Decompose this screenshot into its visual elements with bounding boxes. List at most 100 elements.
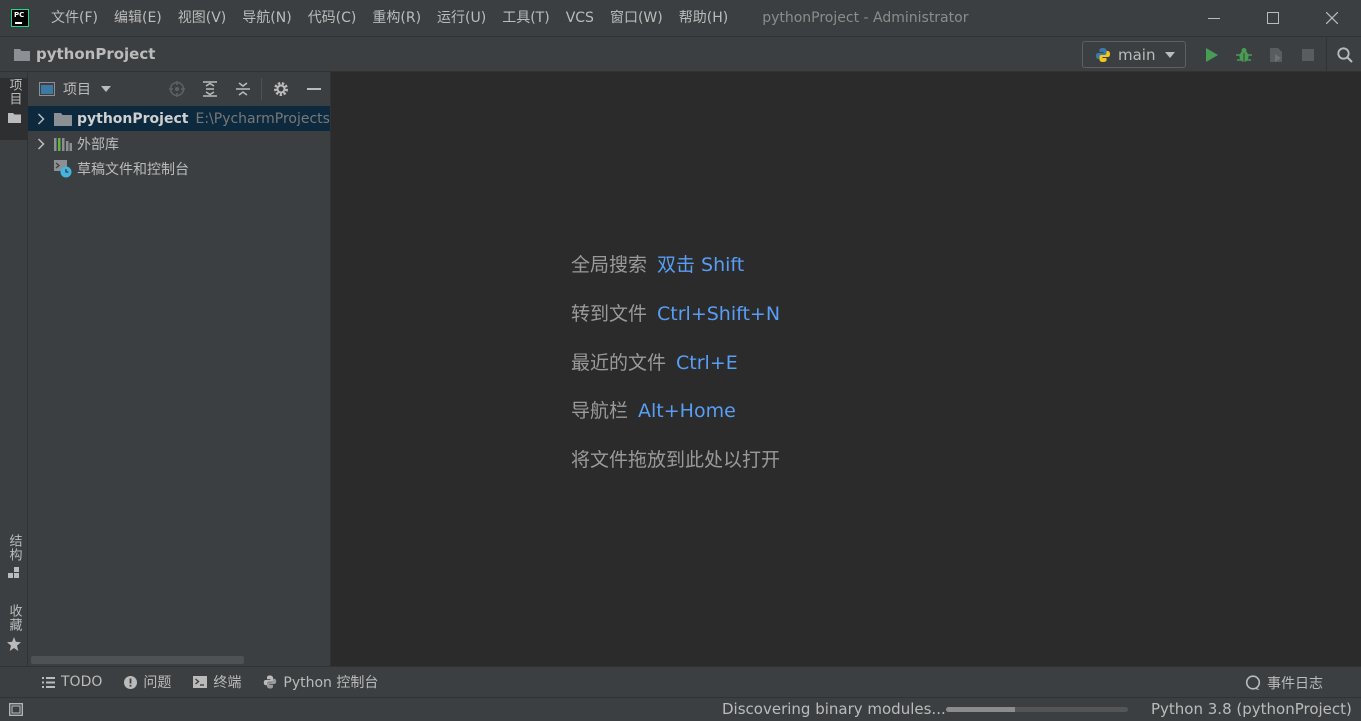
tree-item-external-libraries[interactable]: 外部库 bbox=[28, 131, 330, 156]
breadcrumb-project[interactable]: pythonProject bbox=[36, 45, 155, 63]
hint-shortcut: Ctrl+E bbox=[676, 352, 738, 374]
tool-tab-problems[interactable]: 问题 bbox=[124, 672, 171, 692]
stop-button[interactable] bbox=[1292, 37, 1324, 73]
window-controls bbox=[1184, 0, 1361, 36]
tool-tab-python-console[interactable]: Python 控制台 bbox=[263, 672, 378, 692]
hint-label: 导航栏 bbox=[571, 400, 629, 422]
chevron-down-icon bbox=[101, 86, 111, 92]
hint-label: 转到文件 bbox=[571, 303, 648, 325]
coverage-button[interactable] bbox=[1260, 37, 1292, 73]
tool-windows-icon bbox=[9, 703, 23, 716]
tool-tab-favorites[interactable]: 收藏 bbox=[0, 604, 28, 656]
chevron-right-icon[interactable] bbox=[29, 112, 53, 125]
toggle-tool-windows-button[interactable] bbox=[9, 703, 23, 716]
search-everywhere-button[interactable] bbox=[1329, 37, 1361, 73]
project-panel-header: 项目 bbox=[28, 72, 330, 106]
tree-item-project-root[interactable]: pythonProject E:\PycharmProjects bbox=[28, 106, 330, 131]
tool-tab-problems-label: 问题 bbox=[143, 675, 172, 691]
background-task-progress[interactable] bbox=[946, 707, 1128, 712]
tool-tab-structure[interactable]: 结构 bbox=[0, 534, 28, 586]
close-icon bbox=[1325, 12, 1338, 24]
star-icon bbox=[7, 637, 21, 651]
folder-icon bbox=[7, 113, 21, 123]
hint-search-everywhere: 全局搜索 双击 Shift bbox=[571, 250, 744, 277]
project-panel-toolbar bbox=[160, 72, 330, 106]
menu-code[interactable]: 代码(C) bbox=[300, 0, 365, 36]
tool-tab-todo-label: TODO bbox=[61, 674, 103, 690]
project-panel: 项目 pythonProject E:\PycharmProjects 外部库 … bbox=[28, 72, 331, 666]
progress-fill bbox=[946, 707, 1016, 712]
hint-shortcut: 双击 Shift bbox=[657, 254, 745, 276]
hide-panel-button[interactable] bbox=[297, 72, 330, 106]
tool-tab-todo[interactable]: TODO bbox=[42, 674, 102, 690]
menu-vcs[interactable]: VCS bbox=[558, 0, 602, 36]
window-title: pythonProject - Administrator bbox=[762, 10, 969, 26]
menu-window[interactable]: 窗口(W) bbox=[602, 0, 671, 36]
tool-tab-event-log-label: 事件日志 bbox=[1267, 675, 1323, 692]
chevron-right-icon[interactable] bbox=[29, 137, 53, 150]
run-config-selector[interactable]: main bbox=[1082, 41, 1186, 68]
hint-shortcut: Alt+Home bbox=[638, 400, 736, 422]
chevron-down-icon bbox=[1165, 51, 1176, 58]
tree-item-label: pythonProject bbox=[77, 110, 189, 127]
toolbar-separator bbox=[1326, 37, 1327, 73]
project-view-selector[interactable]: 项目 bbox=[39, 79, 111, 99]
tool-tab-event-log[interactable]: 事件日志 bbox=[1245, 667, 1323, 698]
menu-refactor[interactable]: 重构(R) bbox=[364, 0, 429, 36]
menu-navigate[interactable]: 导航(N) bbox=[234, 0, 299, 36]
menu-view[interactable]: 视图(V) bbox=[170, 0, 235, 36]
locate-icon bbox=[168, 81, 185, 97]
main-menu: 文件(F) 编辑(E) 视图(V) 导航(N) 代码(C) 重构(R) 运行(U… bbox=[43, 0, 736, 36]
project-panel-title: 项目 bbox=[63, 82, 91, 98]
menu-tools[interactable]: 工具(T) bbox=[494, 0, 557, 36]
run-button[interactable] bbox=[1196, 37, 1228, 73]
horizontal-scrollbar[interactable] bbox=[31, 656, 244, 664]
background-task-message[interactable]: Discovering binary modules... bbox=[722, 698, 946, 721]
scratch-console-icon bbox=[53, 159, 73, 178]
tree-item-path: E:\PycharmProjects bbox=[195, 110, 330, 127]
debug-button[interactable] bbox=[1228, 37, 1260, 73]
interpreter-selector[interactable]: Python 3.8 (pythonProject) bbox=[1151, 698, 1352, 721]
collapse-all-button[interactable] bbox=[226, 72, 259, 106]
tree-item-scratches-consoles[interactable]: 草稿文件和控制台 bbox=[28, 156, 330, 181]
menu-run[interactable]: 运行(U) bbox=[429, 0, 494, 36]
toolbar-separator bbox=[261, 78, 262, 100]
bug-icon bbox=[1236, 48, 1252, 62]
status-bar: Discovering binary modules... Python 3.8… bbox=[0, 697, 1361, 721]
python-icon bbox=[263, 675, 277, 689]
left-tool-strip: 项目 结构 收藏 bbox=[0, 72, 28, 666]
tool-tab-structure-label: 结构 bbox=[6, 534, 22, 562]
panel-options-button[interactable] bbox=[264, 72, 297, 106]
hint-label: 全局搜索 bbox=[571, 254, 648, 276]
stop-icon bbox=[1302, 49, 1314, 61]
bottom-tool-bar: TODO 问题 终端 Python 控制台 事件日志 bbox=[0, 666, 1361, 697]
collapse-all-icon bbox=[235, 82, 250, 96]
hint-label: 将文件拖放到此处以打开 bbox=[571, 449, 781, 471]
menu-file[interactable]: 文件(F) bbox=[43, 0, 106, 36]
play-icon bbox=[1206, 48, 1218, 62]
navigation-bar: pythonProject main bbox=[0, 36, 1361, 73]
close-button[interactable] bbox=[1302, 0, 1361, 36]
expand-all-button[interactable] bbox=[193, 72, 226, 106]
expand-all-icon bbox=[202, 81, 217, 97]
tool-tab-python-console-label: Python 控制台 bbox=[283, 675, 379, 691]
terminal-icon bbox=[193, 676, 208, 688]
menu-edit[interactable]: 编辑(E) bbox=[106, 0, 170, 36]
maximize-button[interactable] bbox=[1243, 0, 1302, 36]
folder-icon bbox=[14, 48, 30, 61]
tool-tab-favorites-label: 收藏 bbox=[6, 604, 22, 632]
pycharm-logo-icon[interactable]: PC bbox=[11, 9, 29, 27]
minimize-icon bbox=[306, 88, 321, 90]
python-icon bbox=[1096, 47, 1110, 62]
menu-help[interactable]: 帮助(H) bbox=[671, 0, 736, 36]
editor-empty-state: 全局搜索 双击 Shift 转到文件 Ctrl+Shift+N 最近的文件 Ctrl+… bbox=[332, 72, 1361, 666]
event-log-icon bbox=[1245, 674, 1261, 691]
search-icon bbox=[1337, 47, 1353, 63]
tool-tab-project-label: 项目 bbox=[6, 78, 22, 106]
minimize-button[interactable] bbox=[1184, 0, 1243, 36]
tool-tab-terminal[interactable]: 终端 bbox=[193, 672, 241, 692]
hint-recent-files: 最近的文件 Ctrl+E bbox=[571, 348, 738, 375]
select-opened-file-button[interactable] bbox=[160, 72, 193, 106]
tool-tab-project[interactable]: 项目 bbox=[0, 78, 28, 140]
hint-navigation-bar: 导航栏 Alt+Home bbox=[571, 396, 736, 423]
